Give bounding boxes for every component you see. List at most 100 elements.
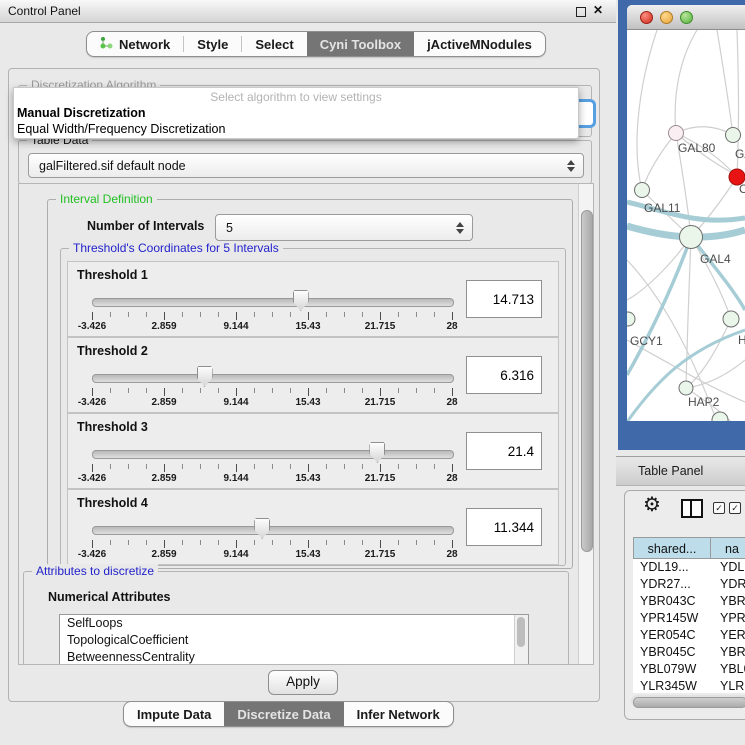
threshold-4-value-input[interactable] [466,508,542,546]
threshold-4-slider[interactable]: -3.4262.8599.14415.4321.71528 [92,516,452,562]
checkbox-icon[interactable]: ✓ [713,502,725,514]
table-row[interactable]: YDL19...YDL1 [633,559,745,576]
tick-label: 15.43 [295,397,320,408]
tab-style[interactable]: Style [184,32,241,56]
slider-thumb[interactable] [293,290,309,311]
table-cell: YLR345W [633,678,711,693]
table-panel-titlebar: Table Panel [616,456,745,486]
attributes-group: Attributes to discretize Numerical Attri… [23,571,569,665]
settings-scrollbar[interactable] [578,184,593,664]
threshold-label: Threshold 2 [77,344,148,358]
slider-thumb[interactable] [369,442,385,463]
table-cell: YBR0 [711,644,745,661]
gear-icon[interactable]: ⚙ [643,495,661,515]
threshold-2-value-input[interactable] [466,356,542,394]
table-cell: YBR043C [633,593,711,610]
threshold-label: Threshold 4 [77,496,148,510]
slider-track[interactable] [92,450,454,459]
threshold-2-slider[interactable]: -3.4262.8599.14415.4321.71528 [92,364,452,410]
table-row[interactable]: YBR045CYBR0 [633,644,745,661]
network-node[interactable] [669,126,684,141]
close-traffic-light[interactable] [640,11,653,24]
table-row[interactable]: YBR043CYBR0 [633,593,745,610]
slider-track[interactable] [92,374,454,383]
table-cell: YLR3 [711,678,745,693]
threshold-3-slider[interactable]: -3.4262.8599.14415.4321.71528 [92,440,452,486]
tick-label: -3.426 [78,321,106,332]
attribute-item[interactable]: BetweennessCentrality [60,649,528,665]
split-pane-icon[interactable] [681,499,703,518]
slider-track[interactable] [92,298,454,307]
column-header-name[interactable]: na [711,537,745,559]
tick-label: 2.859 [151,549,176,560]
slider-thumb[interactable] [254,518,270,539]
threshold-3-value-input[interactable] [466,432,542,470]
network-node[interactable] [627,312,635,326]
table-row[interactable]: YBL079WYBL0 [633,661,745,678]
close-icon[interactable]: ✕ [593,3,603,17]
tab-select[interactable]: Select [242,32,306,56]
tick-label: 15.43 [295,321,320,332]
number-of-intervals-spinner[interactable]: 5 [215,214,473,241]
zoom-traffic-light[interactable] [680,11,693,24]
list-scrollbar[interactable] [514,615,528,665]
table-hscrollbar-thumb[interactable] [633,697,745,708]
apply-button[interactable]: Apply [268,670,338,695]
float-window-icon[interactable] [576,7,586,17]
network-node[interactable] [726,128,741,143]
table-row[interactable]: YER054CYER0 [633,627,745,644]
checkbox-icon[interactable]: ✓ [729,502,741,514]
minimize-traffic-light[interactable] [660,11,673,24]
attribute-item[interactable]: SelfLoops [60,615,528,632]
tab-infer-network[interactable]: Infer Network [344,702,453,726]
threshold-label: Threshold 1 [77,268,148,282]
combobox-arrows-icon[interactable] [567,160,575,172]
table-cell: YDR27... [633,576,711,593]
network-canvas[interactable]: GAL80GACGAL11GAL4GCY1HHAP2 [627,30,745,421]
network-window-titlebar[interactable] [627,5,745,30]
network-node-label: HAP2 [688,395,720,409]
table-data-combobox[interactable]: galFiltered.sif default node [28,153,584,178]
bottom-tabbar: Impute Data Discretize Data Infer Networ… [123,701,454,727]
settings-scrollbar-thumb[interactable] [581,210,593,552]
table-hscrollbar[interactable] [631,695,745,707]
slider-track[interactable] [92,526,454,535]
control-panel-titlebar: Control Panel ✕ [0,0,616,23]
column-header-shared[interactable]: shared... [633,537,711,559]
threshold-1-slider[interactable]: -3.4262.8599.14415.4321.71528 [92,288,452,334]
tab-cyni-toolbox[interactable]: Cyni Toolbox [307,32,414,56]
tab-discretize-data[interactable]: Discretize Data [224,702,343,726]
network-edges [627,30,745,421]
tab-network[interactable]: Network [87,32,183,56]
tab-label: Infer Network [357,707,440,722]
attribute-item[interactable]: TopologicalCoefficient [60,632,528,649]
network-node[interactable] [680,226,703,249]
attributes-listbox[interactable]: SelfLoopsTopologicalCoefficientBetweenne… [59,614,529,665]
network-node[interactable] [679,381,693,395]
slider-major-ticks [92,540,453,548]
tick-label: 21.715 [365,397,396,408]
network-node[interactable] [723,311,739,327]
interval-definition-group: Interval Definition Number of Intervals … [47,199,573,569]
table-cell: YDL19... [633,559,711,576]
threshold-1-value-input[interactable] [466,280,542,318]
network-node[interactable] [635,183,650,198]
tick-label: 9.144 [223,397,248,408]
table-row[interactable]: YDR27...YDR2 [633,576,745,593]
network-node-label: H [738,333,745,347]
dropdown-option-equal-width[interactable]: Equal Width/Frequency Discretization [17,122,225,136]
threshold-4-panel: Threshold 4 -3.4262.8599.14415.4321.7152… [67,489,559,565]
tab-impute-data[interactable]: Impute Data [124,702,224,726]
table-header: shared... na [633,537,745,559]
spinner-arrows-icon[interactable] [456,222,464,234]
attributes-group-label: Attributes to discretize [32,564,158,578]
tab-jactivemnodules[interactable]: jActiveMNodules [414,32,545,56]
table-cell: YBL079W [633,661,711,678]
table-cell: YDR2 [711,576,745,593]
table-row[interactable]: YPR145WYPR1 [633,610,745,627]
dropdown-option-manual[interactable]: Manual Discretization [17,106,146,120]
table-data-group: Table Data galFiltered.sif default node [18,140,592,184]
slider-thumb[interactable] [197,366,213,387]
table-row[interactable]: YLR345WYLR3 [633,678,745,693]
list-scrollbar-thumb[interactable] [517,617,525,647]
